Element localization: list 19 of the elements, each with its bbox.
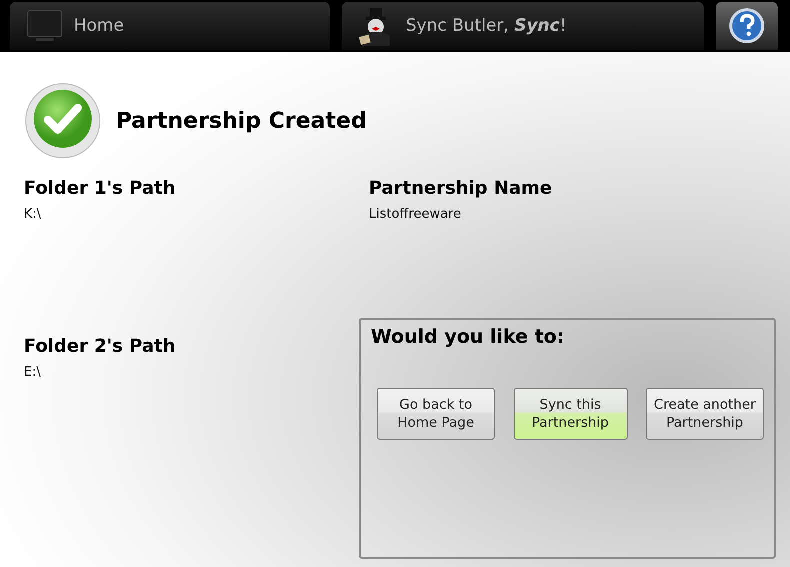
home-tab[interactable]: Home [10,2,330,50]
field-label: Folder 1's Path [24,178,176,199]
app-tab[interactable]: Sync Butler, Sync! [342,2,704,50]
field-value: K:\ [24,207,42,222]
page-heading: Partnership Created [116,108,367,134]
help-button[interactable] [716,2,778,50]
app-title: Sync Butler, Sync! [406,16,567,36]
home-label: Home [74,16,124,36]
field-label: Partnership Name [369,178,552,199]
field-value: Listoffreeware [369,207,462,222]
action-button[interactable]: Go back to Home Page [377,388,495,440]
field-value: E:\ [24,365,41,380]
help-icon [729,8,765,44]
checkmark-icon [24,82,102,160]
panel-title: Would you like to: [371,326,566,348]
field-label: Folder 2's Path [24,336,176,357]
monitor-icon [26,9,64,43]
action-button[interactable]: Sync this Partnership [514,388,628,440]
action-button[interactable]: Create another Partnership [646,388,764,440]
